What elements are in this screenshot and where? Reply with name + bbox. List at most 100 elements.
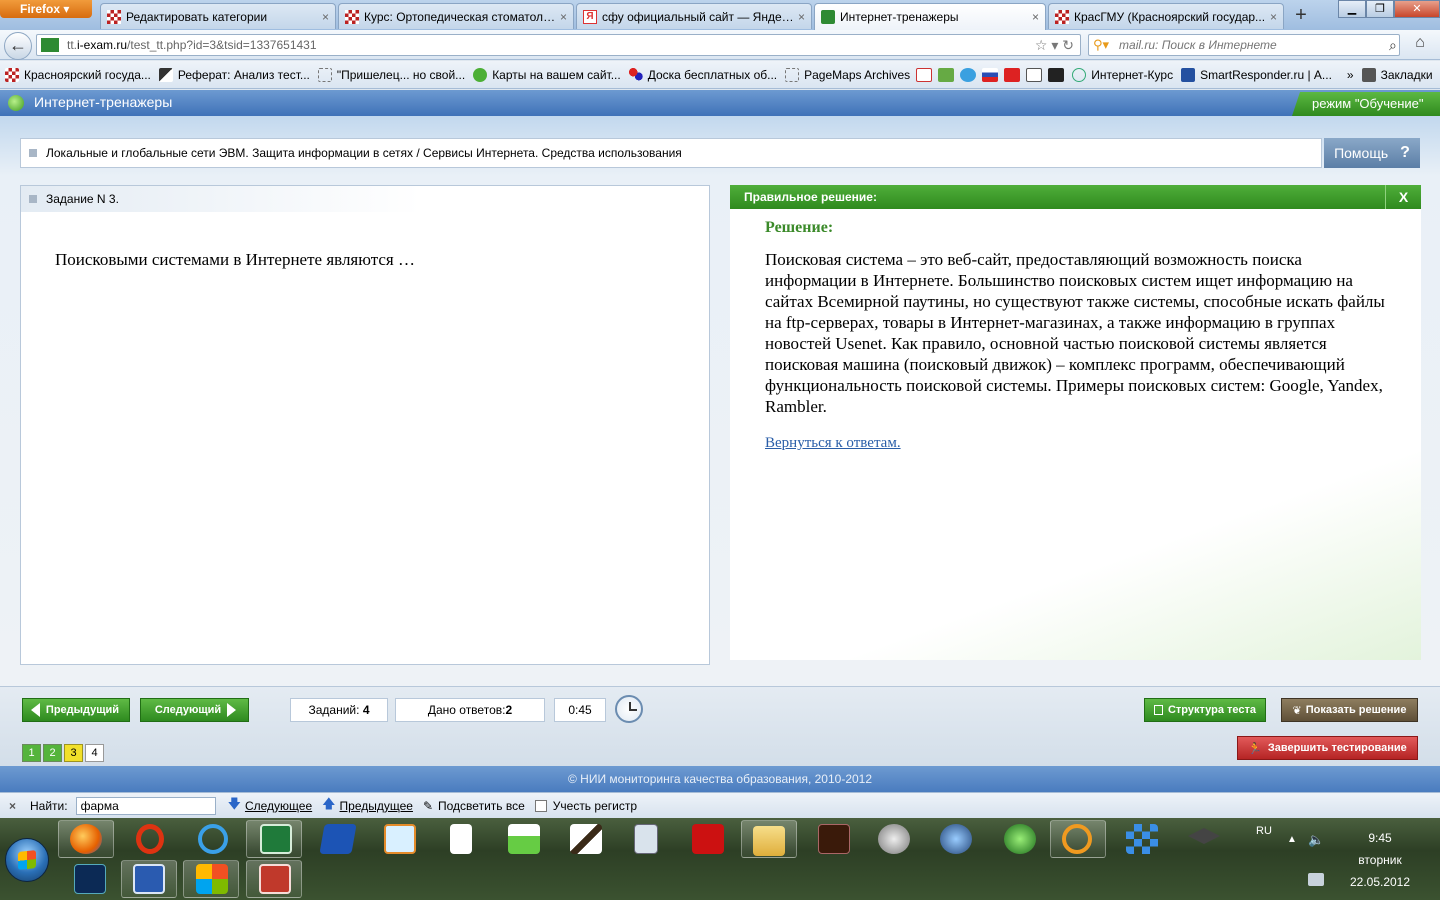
back-arrow-icon: ←	[9, 35, 27, 55]
tab-internet-trainers[interactable]: Интернет-тренажеры ×	[814, 3, 1046, 30]
bridge-icon[interactable]	[818, 824, 850, 854]
reload-icon[interactable]: ↻	[1062, 37, 1074, 53]
task-header: Задание N 3.	[21, 186, 709, 212]
checkbox-icon	[534, 799, 547, 812]
tab-krasgmu[interactable]: КрасГМУ (Красноярский государ... ×	[1048, 3, 1284, 29]
document-icon[interactable]	[450, 824, 472, 854]
bookmarks-overflow-icon[interactable]: »	[1347, 68, 1354, 82]
clock-day[interactable]: вторник	[1340, 853, 1420, 867]
match-case-checkbox[interactable]: Учесть регистр	[534, 799, 637, 813]
maximize-icon[interactable]: ❐	[1366, 0, 1394, 18]
question-icon: ?	[1400, 144, 1410, 161]
russia-flag-icon[interactable]	[982, 67, 999, 82]
db-icon[interactable]	[319, 824, 357, 854]
graduation-cap-icon[interactable]	[1188, 828, 1220, 844]
bookmark-item[interactable]: "Пришелец... но свой...	[317, 67, 465, 82]
five-icon[interactable]	[1026, 67, 1043, 82]
internet-explorer-icon[interactable]	[198, 824, 228, 854]
sk-icon[interactable]	[1004, 67, 1021, 82]
media-player-icon[interactable]	[384, 824, 416, 854]
folder-icon[interactable]	[753, 826, 785, 856]
action-center-icon[interactable]	[1308, 873, 1324, 886]
pager-item[interactable]: 2	[43, 744, 62, 762]
tray-expand-icon[interactable]: ▲	[1287, 834, 1297, 845]
search-input[interactable]	[1119, 38, 1390, 52]
grid-icon[interactable]	[938, 67, 955, 82]
find-next-button[interactable]: 🡇 Следующее	[228, 795, 313, 817]
bookmark-item[interactable]: Красноярский госуда...	[5, 67, 151, 82]
firefox-icon[interactable]	[70, 824, 102, 854]
bookmark-item[interactable]: Интернет-Курс	[1072, 67, 1173, 82]
tiles-icon[interactable]	[1126, 824, 1158, 854]
answers-count: Дано ответов: 2	[395, 698, 545, 722]
dropdown-icon[interactable]: ▾	[1051, 37, 1058, 53]
back-button[interactable]: ←	[4, 32, 32, 60]
windows-explorer-icon[interactable]	[196, 864, 228, 894]
app-footer: © НИИ мониторинга качества образования, …	[0, 766, 1440, 792]
language-indicator[interactable]: RU	[1256, 825, 1272, 837]
powerpoint-icon[interactable]	[259, 864, 291, 894]
bookmark-item[interactable]: Реферат: Анализ тест...	[158, 67, 310, 82]
photoshop-icon[interactable]	[74, 864, 106, 894]
clock-time[interactable]: 9:45	[1340, 831, 1420, 845]
find-previous-button[interactable]: 🡅 Предыдущее	[322, 795, 413, 817]
tab-label: Редактировать категории	[126, 9, 268, 24]
bookmarks-folder[interactable]: Закладки	[1361, 67, 1433, 82]
back-to-answers-link[interactable]: Вернуться к ответам.	[765, 435, 901, 452]
clock-date[interactable]: 22.05.2012	[1340, 875, 1420, 889]
bookmark-item[interactable]: PageMaps Archives	[785, 67, 910, 82]
help-button[interactable]: Помощь ?	[1324, 138, 1420, 168]
home-icon[interactable]: ⌂	[1406, 34, 1434, 56]
start-button[interactable]	[5, 838, 49, 882]
bookmark-item[interactable]: Карты на вашем сайт...	[473, 67, 621, 82]
search-engine-icon[interactable]: ⚲▾	[1093, 37, 1109, 53]
solution-close-button[interactable]: X	[1385, 185, 1421, 209]
window-close-icon[interactable]: ✕	[1394, 0, 1440, 18]
bookmark-item[interactable]: SmartResponder.ru | А...	[1181, 67, 1332, 82]
excel-icon[interactable]	[260, 824, 292, 854]
finish-test-button[interactable]: 🏃 Завершить тестирование	[1237, 736, 1418, 760]
fax-icon[interactable]	[878, 824, 910, 854]
new-tab-button[interactable]: +	[1287, 4, 1315, 28]
firefox-menu-button[interactable]: Firefox ▾	[0, 0, 92, 18]
twitter-icon[interactable]	[960, 67, 977, 82]
highlight-all-button[interactable]: ✎ Подсветить все	[423, 799, 525, 813]
previous-button[interactable]: Предыдущий	[22, 698, 130, 722]
test-structure-button[interactable]: Структура теста	[1144, 698, 1266, 722]
search-bar[interactable]: ⚲▾ ⌕	[1088, 34, 1400, 56]
calculator-icon[interactable]	[634, 824, 658, 854]
pager-item[interactable]: 4	[85, 744, 104, 762]
tab-ortho-course[interactable]: Курс: Ортопедическая стоматоло... ×	[338, 3, 574, 29]
alert-app-icon[interactable]	[1062, 824, 1092, 854]
floppy-icon[interactable]	[692, 824, 724, 854]
close-icon[interactable]: ×	[1032, 10, 1039, 24]
find-close-icon[interactable]: ×	[9, 799, 16, 813]
volume-icon[interactable]: 🔈	[1308, 832, 1324, 848]
checkered-icon	[345, 9, 359, 24]
x-icon[interactable]	[1048, 67, 1065, 82]
tab-edit-categories[interactable]: Редактировать категории ×	[100, 3, 336, 29]
checkered-icon	[1055, 9, 1069, 24]
close-icon[interactable]: ×	[560, 10, 567, 24]
word-icon[interactable]	[133, 864, 165, 894]
paint-icon[interactable]	[570, 824, 602, 854]
bookmark-star-icon[interactable]: ☆	[1035, 37, 1048, 53]
pager-item-current[interactable]: 3	[64, 744, 83, 762]
url-bar[interactable]: tt.i-exam.ru/test_tt.php?id=3&tsid=13376…	[36, 34, 1081, 56]
close-icon[interactable]: ×	[798, 10, 805, 24]
next-button[interactable]: Следующий	[140, 698, 249, 722]
pager-item[interactable]: 1	[22, 744, 41, 762]
green-app-icon[interactable]	[508, 824, 540, 854]
shield-icon[interactable]	[940, 824, 972, 854]
search-icon[interactable]: ⌕	[1389, 37, 1397, 54]
tab-yandex-search[interactable]: Я сфу официальный сайт — Яндек... ×	[576, 3, 812, 29]
minimize-icon[interactable]: ▁	[1338, 0, 1366, 18]
network-icon[interactable]	[1004, 824, 1036, 854]
gmail-icon[interactable]	[916, 67, 933, 82]
find-input[interactable]	[75, 796, 216, 815]
close-icon[interactable]: ×	[1270, 10, 1277, 24]
close-icon[interactable]: ×	[322, 10, 329, 24]
show-solution-button[interactable]: ❦ Показать решение	[1281, 698, 1418, 722]
opera-icon[interactable]	[136, 824, 164, 854]
bookmark-item[interactable]: Доска бесплатных об...	[628, 67, 777, 82]
